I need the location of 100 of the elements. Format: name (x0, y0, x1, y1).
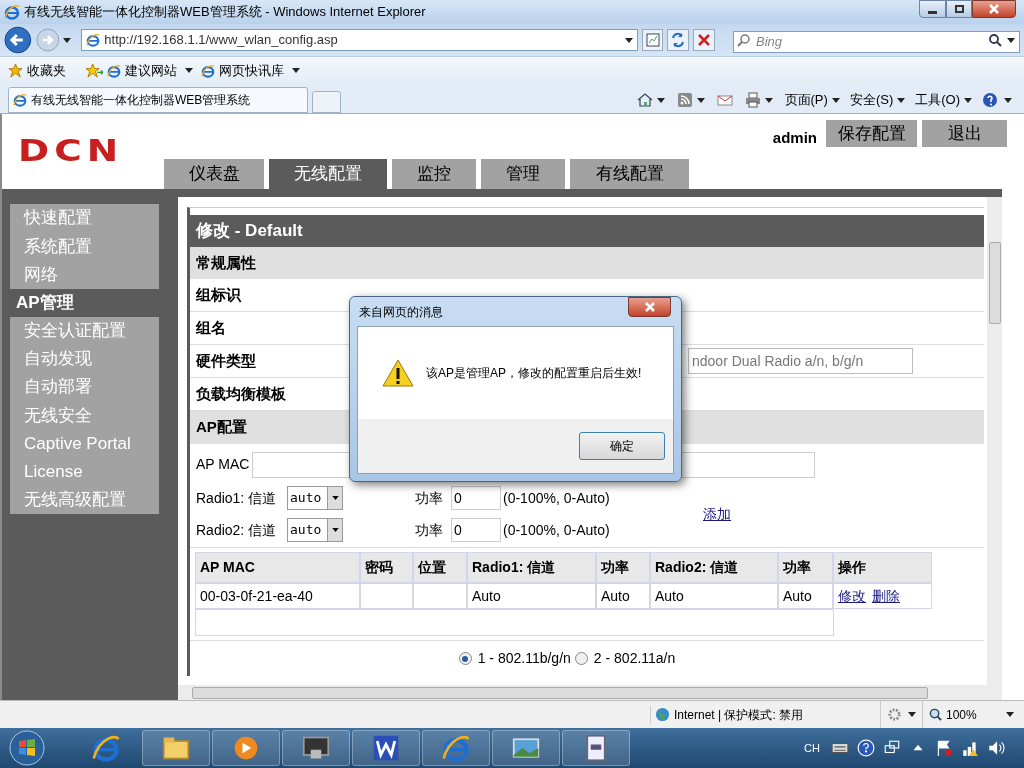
channel-select[interactable]: auto (287, 518, 343, 542)
save-button[interactable]: 保存配置 (826, 120, 917, 147)
stop-icon (696, 32, 713, 48)
form-title: 修改 - Default (196, 220, 303, 243)
caret-icon[interactable] (63, 37, 72, 43)
command-menu[interactable]: 安全(S) (849, 90, 906, 110)
horizontal-scrollbar[interactable] (178, 685, 1002, 700)
globe-icon (655, 707, 670, 722)
nav-tab[interactable]: 仪表盘 (164, 159, 264, 189)
nav-tab[interactable]: 有线配置 (570, 159, 689, 189)
ie-icon (4, 4, 20, 20)
logo: DCN (18, 136, 124, 166)
hint-text: (0-100%, 0-Auto) (503, 488, 611, 508)
printer-button[interactable] (744, 92, 773, 108)
caret-icon[interactable] (764, 97, 773, 103)
compatibility-button[interactable] (641, 29, 664, 51)
table-cell: 00-03-0f-21-ea-40 (195, 583, 360, 609)
caret-icon[interactable] (964, 97, 972, 103)
ie-icon (86, 33, 101, 47)
nav-tab[interactable]: 监控 (392, 159, 476, 189)
taskbar-button[interactable] (142, 730, 210, 766)
address-field[interactable]: http://192.168.1.1/www_wlan_config.asp (81, 29, 638, 51)
caret-icon[interactable] (1004, 97, 1012, 103)
search-icon[interactable] (988, 33, 1002, 47)
taskbar-button[interactable] (352, 730, 420, 766)
start-button[interactable] (8, 729, 46, 767)
flag-icon[interactable] (935, 739, 953, 757)
caret-icon[interactable] (897, 97, 906, 103)
caret-icon[interactable] (1006, 712, 1014, 717)
table-cell: Auto (467, 583, 596, 609)
taskbar-button[interactable] (282, 730, 350, 766)
help-icon[interactable] (857, 739, 875, 757)
back-button[interactable] (4, 26, 32, 54)
printer-icon (744, 92, 761, 108)
caret-icon[interactable] (624, 37, 633, 43)
caret-icon[interactable] (696, 97, 705, 103)
action-link[interactable]: 修改 (838, 585, 866, 607)
restore-button[interactable] (946, 0, 972, 18)
taskbar-button[interactable] (422, 730, 490, 766)
favorites-item[interactable]: 网页快讯库 (201, 60, 300, 81)
feed-button[interactable] (676, 92, 705, 108)
field-label: AP MAC (196, 455, 251, 474)
browser-tab[interactable]: 有线无线智能一体化控制器WEB管理系统 (8, 87, 308, 113)
caret-icon[interactable] (831, 97, 840, 103)
hardware-type-field[interactable]: ndoor Dual Radio a/n, b/g/n (688, 348, 913, 374)
mail-button[interactable] (716, 92, 733, 108)
taskbar-button[interactable] (212, 730, 280, 766)
caret-icon[interactable] (1007, 38, 1015, 43)
caret-icon (331, 496, 339, 500)
table-cell (360, 583, 413, 609)
window-title: 有线无线智能一体化控制器WEB管理系统 - Windows Internet Explorer (24, 3, 426, 22)
favorites-item[interactable]: 建议网站 (86, 60, 193, 81)
stop-button[interactable] (693, 29, 715, 51)
caret-icon[interactable] (656, 97, 665, 103)
radio-label: 2 - 802.11a/n (593, 649, 676, 668)
caret-icon[interactable] (185, 68, 193, 73)
search-icon (737, 33, 751, 47)
table-cell: Auto (778, 583, 833, 609)
compatibility-icon (644, 32, 661, 48)
ie-icon (92, 734, 120, 762)
caret-icon[interactable] (908, 712, 916, 717)
command-menu[interactable]: 页面(P) (784, 90, 840, 110)
dialog-message: 该AP是管理AP，修改的配置重启后生效! (426, 365, 642, 382)
command-menu[interactable]: 工具(O) (915, 90, 972, 110)
language-indicator[interactable]: CH (804, 739, 820, 757)
close-button[interactable] (628, 297, 671, 317)
power-field[interactable]: 0 (451, 518, 501, 542)
radio-label: 1 - 802.11b/g/n (477, 649, 571, 668)
close-button[interactable] (972, 0, 1016, 18)
field-label: 负载均衡模板 (196, 383, 286, 404)
minimize-button[interactable] (919, 0, 946, 18)
power-field[interactable]: 0 (451, 486, 501, 510)
column-header: 位置 (413, 552, 467, 583)
favorites-item[interactable]: 收藏夹 (8, 60, 66, 81)
home-button[interactable] (636, 92, 665, 108)
refresh-button[interactable] (667, 29, 690, 51)
ie-icon (442, 734, 470, 762)
ie-icon (107, 63, 121, 78)
radio-button[interactable] (574, 652, 588, 665)
ok-button[interactable]: 确定 (579, 432, 665, 460)
nav-tab[interactable]: 管理 (481, 159, 565, 189)
taskbar-button[interactable] (562, 730, 630, 766)
caret-icon[interactable] (292, 68, 300, 73)
action-link[interactable]: 删除 (872, 585, 900, 607)
nav-tab[interactable]: 无线配置 (269, 159, 387, 189)
vertical-scrollbar[interactable] (987, 197, 1002, 685)
help-icon[interactable] (982, 92, 998, 108)
speaker-icon[interactable] (987, 739, 1005, 757)
radio-button[interactable] (458, 652, 472, 665)
add-link[interactable]: 添加 (703, 503, 731, 525)
column-header: 功率 (778, 552, 833, 583)
column-header: 功率 (596, 552, 650, 583)
search-field[interactable]: Bing (733, 30, 1020, 53)
taskbar-button[interactable] (492, 730, 560, 766)
channel-select[interactable]: auto (287, 486, 343, 510)
network-icon[interactable] (961, 739, 979, 757)
refresh-icon (670, 32, 687, 48)
column-header: Radio1: 信道 (467, 552, 596, 583)
mail-icon (716, 92, 733, 108)
logout-button[interactable]: 退出 (922, 120, 1007, 147)
